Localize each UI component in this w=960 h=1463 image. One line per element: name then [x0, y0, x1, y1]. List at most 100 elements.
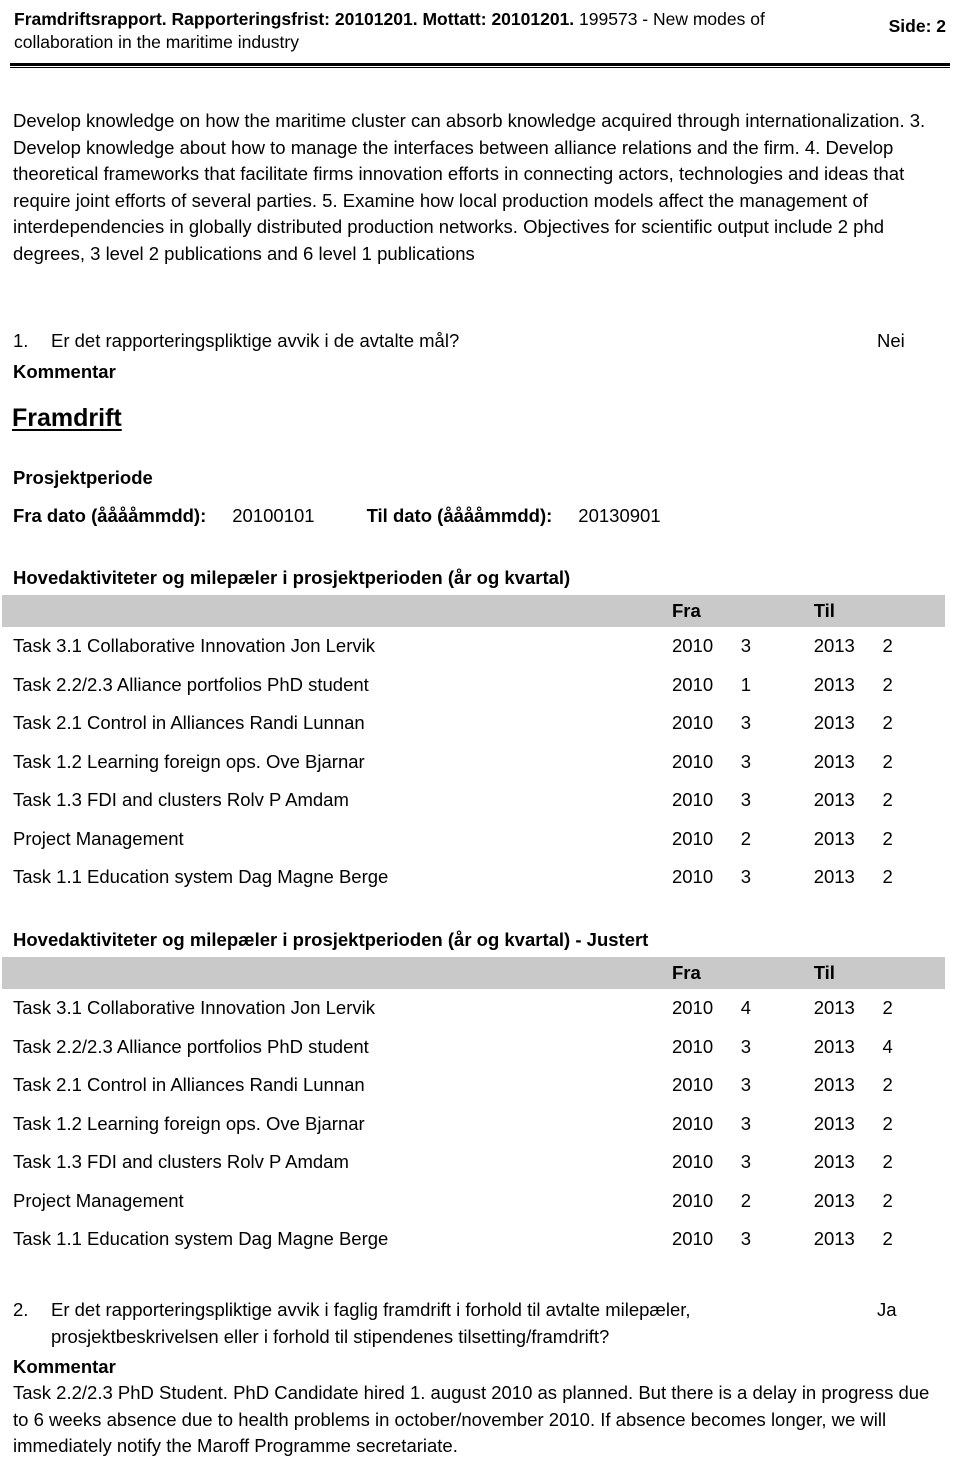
table-cell-to-q: 4: [882, 1035, 893, 1057]
question-2-block: 2. Er det rapporteringspliktige avvik i …: [13, 1297, 947, 1460]
table-row: Task 3.1 Collaborative Innovation Jon Le…: [2, 627, 945, 666]
table-cell-to-q: 2: [882, 789, 893, 811]
objectives-paragraph: Develop knowledge on how the maritime cl…: [13, 110, 926, 264]
question-2-row: 2. Er det rapporteringspliktige avvik i …: [13, 1297, 947, 1350]
question-1-text: Er det rapporteringspliktige avvik i de …: [51, 330, 460, 351]
column-header-fra: Fra: [671, 962, 701, 983]
table-cell-from-q: 3: [740, 1074, 752, 1096]
column-header-til-quarter: [882, 595, 945, 627]
table-cell-to-q: 2: [882, 997, 893, 1019]
activities-table-body-adjusted: Task 3.1 Collaborative Innovation Jon Le…: [2, 989, 945, 1259]
table-cell-to-year: 2013: [813, 1074, 855, 1096]
table-cell-to-year: 2013: [813, 712, 855, 734]
table-cell-from-year: 2010: [671, 750, 714, 772]
table-cell-name: Task 3.1 Collaborative Innovation Jon Le…: [13, 997, 375, 1019]
table-row: Task 1.2 Learning foreign ops. Ove Bjarn…: [2, 743, 945, 782]
table-row: Project Management 2010 2 2013 2: [2, 1182, 945, 1221]
column-header-fra-quarter: [741, 595, 814, 627]
table-header-row: Fra Til: [2, 957, 945, 989]
table-cell-from-q: 1: [740, 673, 752, 695]
table-cell-to-q: 2: [882, 1228, 893, 1250]
table-cell-to-year: 2013: [813, 789, 855, 811]
table-cell-from-q: 3: [740, 635, 752, 657]
table-cell-to-q: 2: [882, 1189, 893, 1211]
activities-table-header-original: Fra Til: [2, 595, 945, 627]
table-cell-to-year: 2013: [813, 997, 855, 1019]
table-cell-to-year: 2013: [813, 1112, 855, 1134]
table-cell-to-q: 2: [882, 712, 893, 734]
table-cell-from-q: 4: [740, 997, 752, 1019]
table-cell-name: Task 2.1 Control in Alliances Randi Lunn…: [13, 712, 365, 734]
running-header-title-bold: Framdriftsrapport. Rapporteringsfrist: 2…: [14, 9, 575, 29]
activities-table-header-adjusted: Fra Til: [2, 957, 945, 989]
header-divider-rule: [10, 63, 950, 68]
to-date-value: 20130901: [578, 505, 661, 526]
table-cell-from-q: 3: [740, 1228, 752, 1250]
activities-table-caption-adjusted: Hovedaktiviteter og milepæler i prosjekt…: [13, 929, 649, 950]
table-cell-to-year: 2013: [813, 827, 855, 849]
table-cell-from-q: 3: [740, 1112, 752, 1134]
table-cell-to-year: 2013: [813, 866, 855, 888]
subsection-heading-prosjektperiode: Prosjektperiode: [13, 467, 153, 488]
table-cell-from-year: 2010: [671, 712, 714, 734]
table-cell-name: Task 2.2/2.3 Alliance portfolios PhD stu…: [13, 1035, 369, 1057]
table-row: Task 2.2/2.3 Alliance portfolios PhD stu…: [2, 666, 945, 705]
table-cell-from-year: 2010: [671, 789, 714, 811]
table-cell-to-q: 2: [882, 827, 893, 849]
running-header-title: Framdriftsrapport. Rapporteringsfrist: 2…: [14, 8, 844, 54]
question-1-block: 1. Er det rapporteringspliktige avvik i …: [13, 328, 947, 385]
table-cell-to-year: 2013: [813, 1151, 855, 1173]
column-header-til: Til: [813, 600, 835, 621]
table-row: Task 1.1 Education system Dag Magne Berg…: [2, 1220, 945, 1259]
table-row: Task 1.3 FDI and clusters Rolv P Amdam 20…: [2, 781, 945, 820]
table-cell-to-q: 2: [882, 1074, 893, 1096]
table-cell-to-year: 2013: [813, 1228, 855, 1250]
activities-table-body-original: Task 3.1 Collaborative Innovation Jon Le…: [2, 627, 945, 897]
table-header-row: Fra Til: [2, 595, 945, 627]
table-cell-from-year: 2010: [671, 1112, 714, 1134]
table-cell-to-year: 2013: [813, 1189, 855, 1211]
table-cell-to-year: 2013: [813, 635, 855, 657]
table-cell-from-year: 2010: [671, 1189, 714, 1211]
table-cell-to-q: 2: [882, 750, 893, 772]
column-header-til-quarter: [882, 957, 945, 989]
table-row: Task 2.1 Control in Alliances Randi Lunn…: [2, 704, 945, 743]
table-cell-from-q: 2: [740, 1189, 752, 1211]
table-row: Project Management 2010 2 2013 2: [2, 820, 945, 859]
section-heading-framdrift: Framdrift: [12, 404, 122, 432]
table-cell-to-q: 2: [882, 866, 893, 888]
table-cell-from-year: 2010: [671, 635, 714, 657]
question-1-answer: Nei: [877, 330, 905, 351]
table-cell-to-year: 2013: [813, 673, 855, 695]
column-header-fra-quarter: [741, 957, 814, 989]
question-1-number: 1.: [13, 330, 29, 351]
table-row: Task 1.3 FDI and clusters Rolv P Amdam 20…: [2, 1143, 945, 1182]
table-cell-to-q: 2: [882, 635, 893, 657]
table-cell-name: Task 1.2 Learning foreign ops. Ove Bjarn…: [13, 1112, 365, 1134]
table-cell-name: Task 2.1 Control in Alliances Randi Lunn…: [13, 1074, 365, 1096]
question-1-comment-label: Kommentar: [13, 360, 116, 382]
table-cell-from-year: 2010: [671, 1228, 714, 1250]
table-cell-from-year: 2010: [671, 1074, 714, 1096]
question-1-row: 1. Er det rapporteringspliktige avvik i …: [13, 328, 947, 355]
from-date-label: Fra dato (ååååmmdd):: [13, 505, 207, 526]
table-cell-to-q: 2: [882, 1112, 893, 1134]
activities-table-block-original: Hovedaktiviteter og milepæler i prosjekt…: [0, 566, 960, 897]
document-page: Framdriftsrapport. Rapporteringsfrist: 2…: [0, 0, 960, 1463]
activities-table-block-adjusted: Hovedaktiviteter og milepæler i prosjekt…: [0, 928, 960, 1259]
table-cell-name: Task 1.1 Education system Dag Magne Berg…: [13, 1228, 389, 1250]
question-2-comment-text: Task 2.2/2.3 PhD Student. PhD Candidate …: [13, 1382, 930, 1456]
table-cell-to-q: 2: [882, 673, 893, 695]
table-cell-from-q: 3: [740, 866, 752, 888]
table-cell-from-year: 2010: [671, 673, 714, 695]
activities-table-caption-original: Hovedaktiviteter og milepæler i prosjekt…: [13, 567, 571, 588]
column-header-activity: [2, 595, 672, 627]
from-date-value: 20100101: [232, 505, 315, 526]
question-2-comment-label: Kommentar: [13, 1356, 116, 1377]
table-cell-from-year: 2010: [671, 1151, 714, 1173]
table-cell-from-q: 3: [740, 1151, 752, 1173]
question-2-text: Er det rapporteringspliktige avvik i fag…: [51, 1299, 691, 1347]
table-row: Task 2.1 Control in Alliances Randi Lunn…: [2, 1066, 945, 1105]
table-cell-from-q: 3: [740, 750, 752, 772]
activities-table-original: Fra Til Task 3.1 Collaborative Innovatio…: [2, 595, 945, 897]
